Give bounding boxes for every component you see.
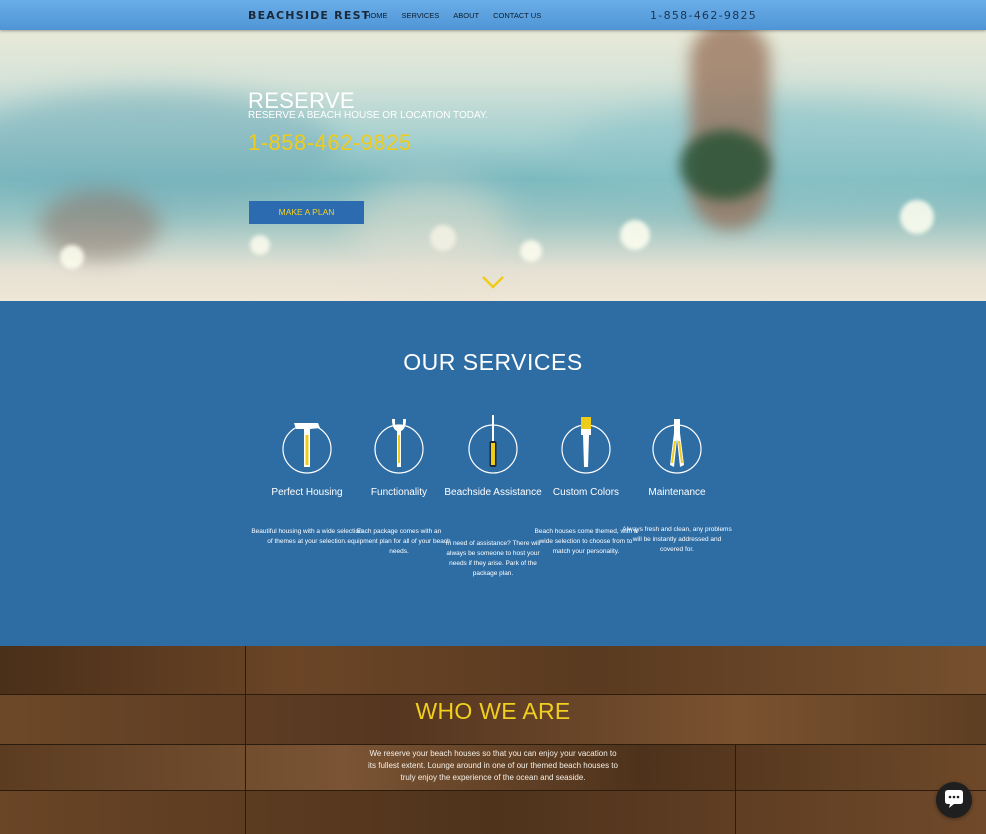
- screwdriver-icon: [468, 415, 518, 474]
- plank-seam: [735, 744, 736, 834]
- service-name: Perfect Housing: [271, 487, 343, 498]
- chat-icon: [945, 790, 963, 808]
- service-name: Functionality: [370, 487, 428, 498]
- nav-phone: 1-858-462-9825: [650, 9, 758, 22]
- service-name: Maintenance: [648, 487, 706, 498]
- chevron-down-icon[interactable]: [481, 274, 505, 290]
- person-shorts: [680, 130, 770, 200]
- who-we-are-text: We reserve your beach houses so that you…: [368, 749, 618, 782]
- service-maintenance: Maintenance Always fresh and clean, any …: [622, 415, 732, 553]
- bokeh-light: [60, 245, 84, 269]
- service-name: Beachside Assistance: [444, 487, 542, 498]
- bokeh-light: [900, 200, 934, 234]
- nav-contact[interactable]: CONTACT US: [493, 11, 541, 20]
- wood-plank: [0, 790, 986, 834]
- service-functionality: Functionality Each package comes with an…: [347, 415, 451, 555]
- who-we-are-title: WHO WE ARE: [415, 698, 571, 724]
- nav-home[interactable]: HOME: [365, 11, 388, 20]
- nav-services[interactable]: SERVICES: [402, 11, 440, 20]
- bokeh-light: [520, 240, 542, 262]
- service-desc: Always fresh and clean, any problems wil…: [622, 526, 732, 553]
- wrench-icon: [374, 419, 424, 474]
- make-a-plan-button[interactable]: MAKE A PLAN: [249, 201, 364, 224]
- services-section: OUR SERVICES Perfect Housing Beautiful h…: [0, 301, 986, 646]
- hero-phone: 1-858-462-9825: [248, 130, 412, 155]
- bokeh-light: [250, 235, 270, 255]
- sea-blur-right: [560, 100, 986, 210]
- who-we-are-section: WHO WE ARE We reserve your beach houses …: [0, 646, 986, 834]
- wood-plank: [0, 646, 986, 694]
- main-menu: HOME SERVICES ABOUT CONTACT US: [365, 11, 555, 20]
- hero-subtitle: RESERVE A BEACH HOUSE OR LOCATION TODAY.: [248, 110, 489, 121]
- bokeh-light: [620, 220, 650, 250]
- top-nav: BEACHSIDE REST HOME SERVICES ABOUT CONTA…: [0, 0, 986, 30]
- plank-seam: [245, 646, 246, 834]
- swimmers-blur: [40, 190, 160, 260]
- chat-button[interactable]: [936, 782, 972, 818]
- services-title: OUR SERVICES: [403, 349, 583, 375]
- nav-about[interactable]: ABOUT: [453, 11, 479, 20]
- service-custom-colors: Custom Colors Beach houses come themed, …: [535, 415, 637, 555]
- paintbrush-icon: [561, 417, 611, 474]
- pliers-icon: [652, 419, 702, 474]
- sand-blur: [350, 180, 510, 280]
- service-name: Custom Colors: [552, 487, 620, 498]
- service-perfect-housing: Perfect Housing Beautiful housing with a…: [251, 415, 363, 545]
- brand-logo[interactable]: BEACHSIDE REST: [248, 9, 370, 22]
- hammer-icon: [282, 423, 332, 474]
- hero-section: RESERVE RESERVE A BEACH HOUSE OR LOCATIO…: [0, 30, 986, 301]
- service-beachside-assistance: Beachside Assistance In need of assistan…: [443, 415, 543, 577]
